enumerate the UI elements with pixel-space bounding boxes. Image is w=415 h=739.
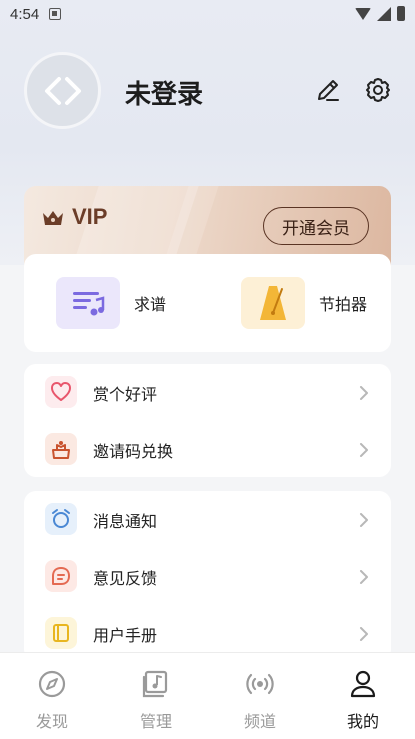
- bottom-tab-bar: 发现 管理 频道 我的: [0, 652, 415, 739]
- heart-icon: [45, 376, 77, 408]
- metronome-icon: [241, 277, 305, 329]
- compass-icon: [38, 670, 66, 698]
- manual-icon: [45, 617, 77, 649]
- feedback-icon: [45, 560, 77, 592]
- broadcast-icon: [246, 673, 274, 695]
- chevron-right-icon: [360, 385, 368, 400]
- status-bar: 4:54: [0, 0, 415, 28]
- feedback-item[interactable]: 意见反馈: [24, 548, 391, 605]
- notifications-label: 消息通知: [93, 511, 158, 531]
- gift-icon: [45, 433, 77, 465]
- tab-channel[interactable]: 频道: [230, 669, 290, 732]
- tab-mine-label: 我的: [346, 712, 379, 731]
- metronome-label: 节拍器: [319, 295, 368, 314]
- rate-app-label: 赏个好评: [93, 384, 158, 404]
- user-manual-label: 用户手册: [93, 625, 158, 645]
- tab-discover-label: 发现: [35, 712, 68, 731]
- chevron-right-icon: [360, 512, 368, 527]
- chevron-right-icon: [360, 569, 368, 584]
- status-time: 4:54: [10, 5, 40, 23]
- gear-icon: [366, 78, 390, 102]
- open-membership-button[interactable]: 开通会员: [263, 207, 369, 245]
- crown-icon: [43, 211, 63, 225]
- battery-icon: [397, 6, 405, 21]
- music-library-icon: [142, 670, 168, 698]
- notification-icon: [45, 503, 77, 535]
- rate-app-item[interactable]: 赏个好评: [24, 364, 391, 421]
- sim-icon: [49, 8, 62, 20]
- feedback-label: 意见反馈: [93, 568, 158, 588]
- menu-group-2: 消息通知 意见反馈 用户手册: [24, 491, 391, 661]
- chevron-right-icon: [360, 626, 368, 641]
- notifications-item[interactable]: 消息通知: [24, 491, 391, 548]
- signal-icon: [377, 6, 391, 21]
- tab-channel-label: 频道: [243, 712, 276, 731]
- tab-mine[interactable]: 我的: [333, 669, 393, 732]
- wifi-icon: [355, 7, 371, 20]
- invite-code-label: 邀请码兑换: [93, 441, 174, 461]
- request-sheet-button[interactable]: 求谱: [56, 277, 166, 329]
- status-indicators: [355, 6, 405, 21]
- invite-code-item[interactable]: 邀请码兑换: [24, 421, 391, 478]
- person-icon: [350, 670, 376, 698]
- avatar[interactable]: [24, 52, 101, 129]
- menu-group-1: 赏个好评 邀请码兑换: [24, 364, 391, 477]
- metronome-button[interactable]: 节拍器: [241, 277, 367, 329]
- code-brackets-icon: [44, 76, 81, 105]
- quick-actions-card: 求谱 节拍器: [24, 254, 391, 352]
- vip-label: VIP: [72, 204, 108, 229]
- sheet-music-icon: [56, 277, 120, 329]
- settings-button[interactable]: [364, 76, 392, 104]
- request-sheet-label: 求谱: [134, 295, 167, 314]
- chevron-right-icon: [360, 442, 368, 457]
- pencil-icon: [318, 80, 339, 101]
- tab-discover[interactable]: 发现: [22, 669, 82, 732]
- username[interactable]: 未登录: [125, 74, 203, 111]
- tab-manage-label: 管理: [139, 712, 172, 731]
- tab-manage[interactable]: 管理: [126, 669, 186, 732]
- edit-profile-button[interactable]: [314, 76, 342, 104]
